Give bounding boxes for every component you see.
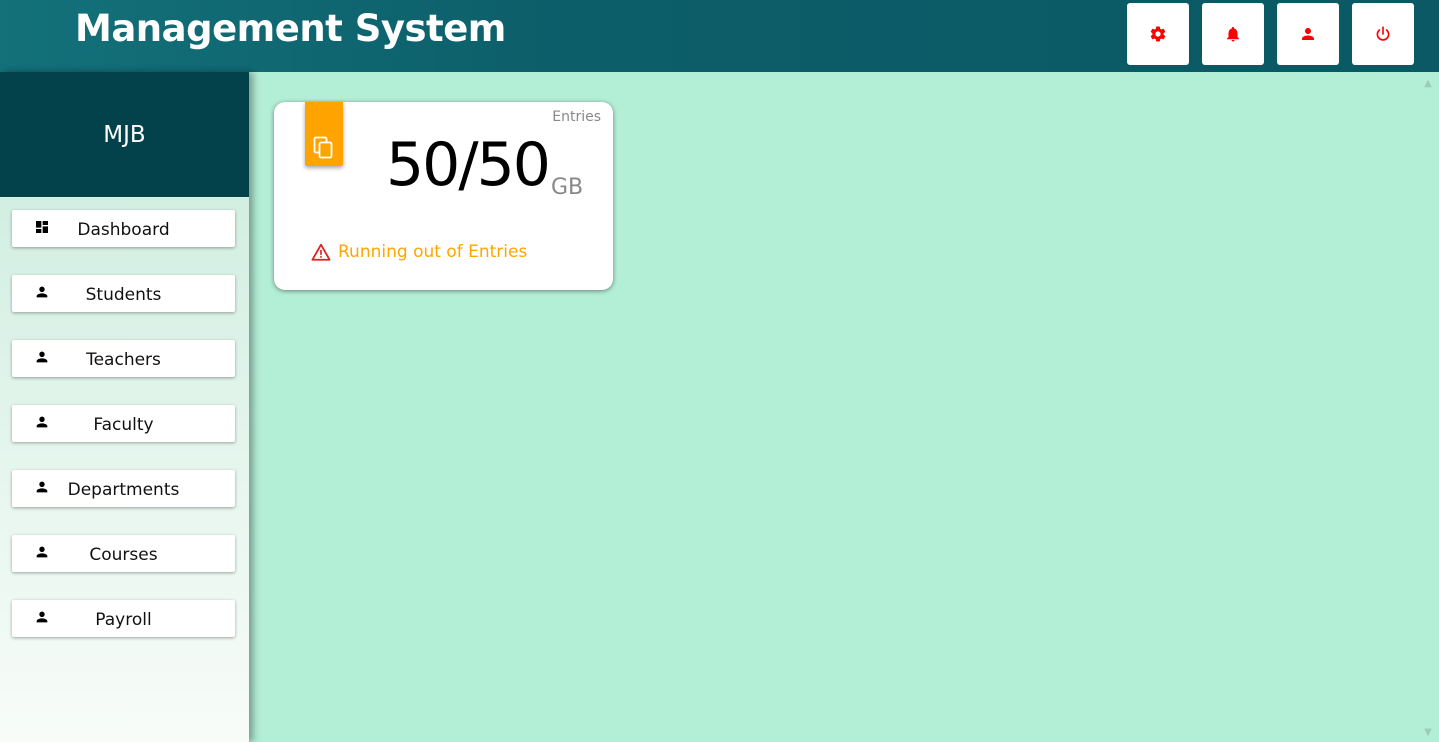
card-category: Entries	[552, 109, 601, 125]
power-icon	[1376, 26, 1390, 41]
sidebar: MJB Dashboard Students Teachers Faculty …	[0, 72, 249, 742]
brand-name: MJB	[103, 121, 146, 148]
sidebar-item-label: Courses	[89, 545, 158, 565]
entries-card: Entries 50/50 GB Running out of Entries	[274, 102, 613, 290]
sidebar-item-dashboard[interactable]: Dashboard	[12, 210, 235, 247]
sidebar-item-teachers[interactable]: Teachers	[12, 340, 235, 377]
sidebar-item-label: Payroll	[95, 610, 152, 630]
warning-text: Running out of Entries	[338, 242, 528, 262]
scroll-down-icon[interactable]: ▼	[1423, 728, 1433, 738]
copy-icon	[313, 136, 333, 159]
card-value: 50/50	[386, 130, 551, 200]
card-warning: Running out of Entries	[311, 242, 527, 262]
user-icon	[1302, 28, 1314, 40]
sidebar-item-label: Faculty	[93, 415, 154, 435]
sidebar-brand: MJB	[0, 72, 249, 197]
top-header: Management System	[0, 0, 1439, 72]
notifications-button[interactable]	[1202, 3, 1264, 65]
sidebar-item-payroll[interactable]: Payroll	[12, 600, 235, 637]
app-title: Management System	[75, 7, 506, 50]
logout-button[interactable]	[1352, 3, 1414, 65]
sidebar-item-courses[interactable]: Courses	[12, 535, 235, 572]
sidebar-item-label: Teachers	[86, 350, 161, 370]
bell-icon	[1227, 26, 1239, 42]
profile-button[interactable]	[1277, 3, 1339, 65]
card-unit: GB	[551, 175, 584, 200]
sidebar-item-students[interactable]: Students	[12, 275, 235, 312]
sidebar-item-label: Dashboard	[77, 220, 170, 240]
settings-button[interactable]	[1127, 3, 1189, 65]
sidebar-item-label: Students	[85, 285, 162, 305]
sidebar-item-label: Departments	[67, 480, 180, 500]
gear-icon	[1150, 26, 1166, 42]
sidebar-item-departments[interactable]: Departments	[12, 470, 235, 507]
warning-icon	[311, 243, 331, 261]
scroll-up-icon[interactable]: ▲	[1423, 79, 1433, 89]
sidebar-item-faculty[interactable]: Faculty	[12, 405, 235, 442]
card-badge	[305, 102, 343, 166]
